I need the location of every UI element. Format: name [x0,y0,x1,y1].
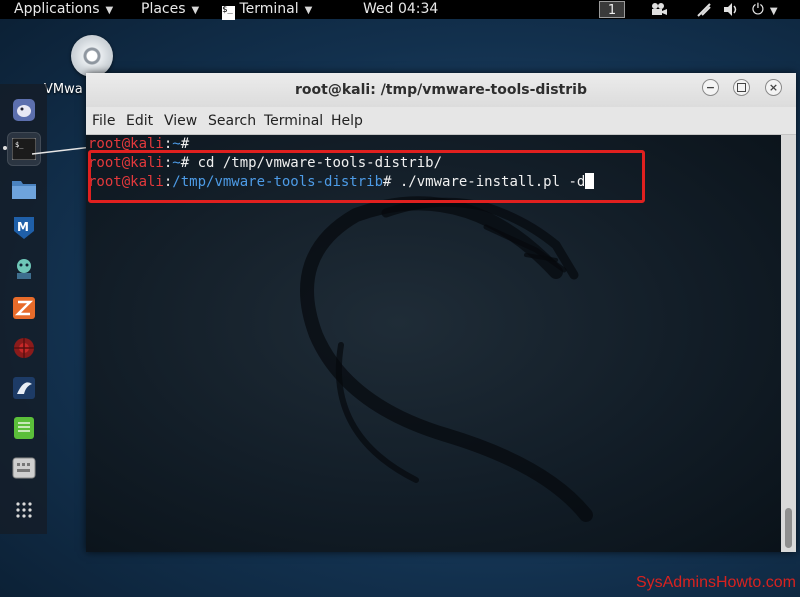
places-menu[interactable]: Places ▼ [141,0,199,20]
window-title: root@kali: /tmp/vmware-tools-distrib [295,82,587,98]
chevron-down-icon: ▼ [304,5,313,16]
desktop-icon-label: VMwa [44,82,83,97]
terminal-window: root@kali: /tmp/vmware-tools-distrib − ×… [86,73,796,552]
disc-icon [71,35,113,77]
scrollbar[interactable] [781,135,796,552]
chevron-down-icon: ▼ [105,5,114,16]
applications-menu[interactable]: Applications ▼ [14,0,113,20]
svg-text:$_: $_ [15,141,24,149]
notes-icon[interactable] [8,412,40,444]
top-panel: Applications ▼ Places ▼ $_ Terminal ▼ Wed 0… [0,0,800,21]
site-watermark: SysAdminsHowto.com [635,574,796,591]
armitage-icon[interactable] [8,252,40,284]
camera-icon[interactable] [651,2,667,17]
chevron-down-icon: ▼ [769,6,778,17]
terminal-app-label: Terminal [239,1,299,17]
clock[interactable]: Wed 04:34 [363,0,438,19]
apps-grid-icon[interactable] [8,494,40,526]
svg-text:M: M [17,220,29,234]
scrollbar-thumb[interactable] [785,508,792,548]
beef-icon[interactable] [8,372,40,404]
chevron-down-icon: ▼ [191,5,200,16]
power-icon: ⏻ [752,0,764,18]
volume-icon[interactable] [723,2,739,17]
menu-bar: File Edit View Search Terminal Help [86,107,796,135]
places-label: Places [141,1,186,17]
minimize-button[interactable]: − [702,79,719,96]
terminal-app-icon: $_ [222,6,235,20]
maltego-icon[interactable] [8,332,40,364]
desktop-icon-vmware[interactable]: VMwa [44,30,124,97]
maximize-button[interactable] [733,79,750,96]
applications-label: Applications [14,1,100,17]
menu-search[interactable]: Search [208,113,256,129]
menu-file[interactable]: File [92,113,115,129]
files-icon[interactable] [8,173,40,205]
pidgin-icon[interactable] [8,94,40,126]
window-titlebar[interactable]: root@kali: /tmp/vmware-tools-distrib − × [86,73,796,107]
connector-line [32,146,92,155]
active-indicator [3,146,7,150]
power-menu[interactable]: ⏻ ▼ [752,0,778,21]
menu-terminal[interactable]: Terminal [264,113,323,129]
minimize-icon: − [705,81,716,94]
wifi-icon[interactable] [696,2,712,17]
close-icon: × [768,81,779,94]
keyboard-icon[interactable] [8,452,40,484]
command-highlight-box [88,150,645,203]
menu-edit[interactable]: Edit [126,113,153,129]
maximize-icon [737,83,746,92]
menu-help[interactable]: Help [331,113,363,129]
close-button[interactable]: × [765,79,782,96]
metasploit-icon[interactable]: M [8,212,40,244]
burp-icon[interactable] [8,292,40,324]
terminal-app-menu[interactable]: $_ Terminal ▼ [222,0,312,20]
menu-view[interactable]: View [164,113,197,129]
workspace-indicator[interactable]: 1 [599,1,625,18]
terminal-output[interactable]: root@kali:~# root@kali:~# cd /tmp/vmware… [86,135,781,552]
